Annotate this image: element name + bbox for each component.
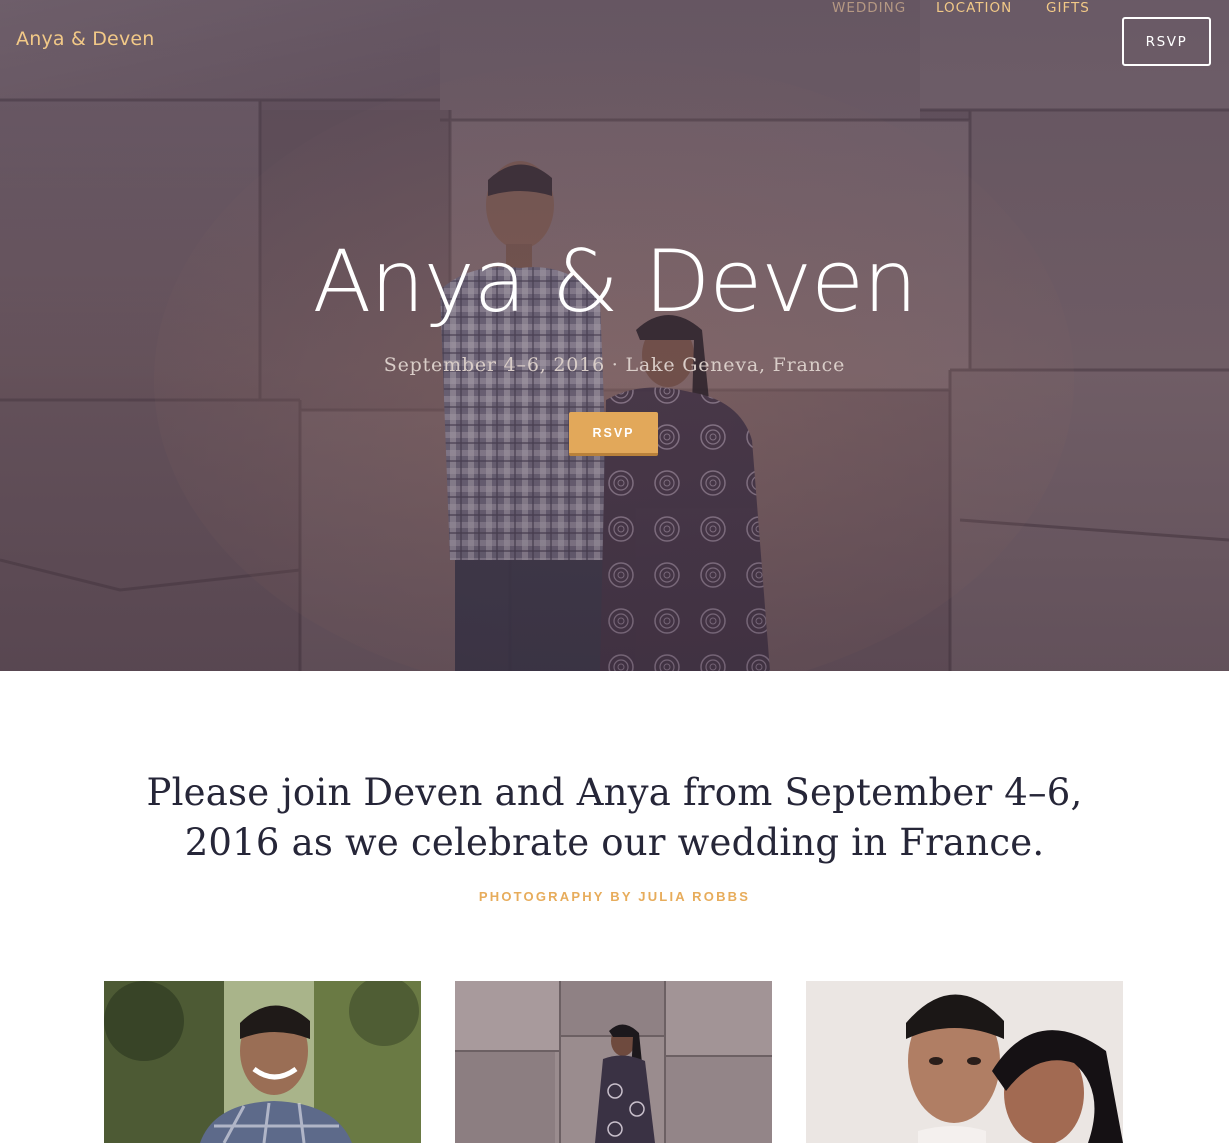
couple-portrait-image xyxy=(806,981,1123,1143)
hero-title: Anya & Deven xyxy=(312,232,917,332)
hero-subtitle: September 4–6, 2016 · Lake Geneva, Franc… xyxy=(383,354,846,376)
nav-link-location[interactable]: LOCATION xyxy=(936,0,1012,16)
intro-text: Please join Deven and Anya from Septembe… xyxy=(146,771,1083,864)
hero-rsvp-button[interactable]: RSVP xyxy=(569,412,658,456)
bride-portrait-image xyxy=(455,981,772,1143)
nav-link-gifts[interactable]: GIFTS xyxy=(1046,0,1090,16)
hero-section: Anya & Deven WEDDING LOCATION GIFTS RSVP… xyxy=(0,0,1229,671)
nav-link-wedding[interactable]: WEDDING xyxy=(832,0,906,16)
groom-portrait-image xyxy=(104,981,421,1143)
gallery-photo-groom[interactable] xyxy=(104,981,421,1143)
gallery-photo-bride[interactable] xyxy=(455,981,772,1143)
hero-overlay xyxy=(0,0,1229,671)
nav-rsvp-button[interactable]: RSVP xyxy=(1122,17,1211,66)
gallery-photo-couple[interactable] xyxy=(806,981,1123,1143)
brand-logo-link[interactable]: Anya & Deven xyxy=(16,28,155,50)
photography-credit: PHOTOGRAPHY BY JULIA ROBBS xyxy=(478,889,751,904)
